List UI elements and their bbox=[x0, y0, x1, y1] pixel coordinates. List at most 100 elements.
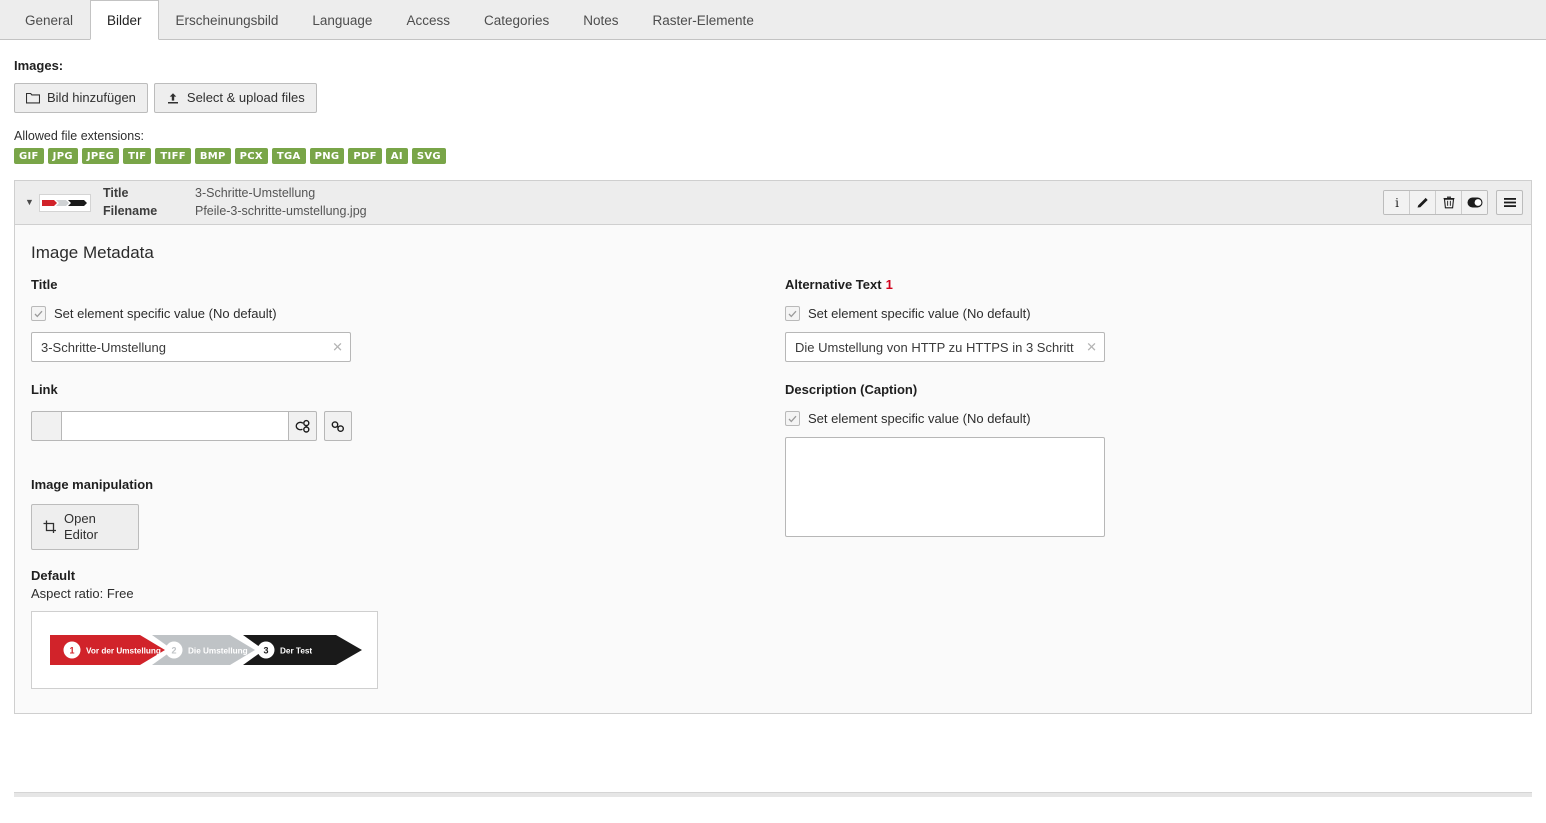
record-action-bar: i bbox=[1383, 190, 1523, 215]
metadata-left-column: Title Set element specific value (No def… bbox=[31, 277, 785, 689]
info-icon[interactable]: i bbox=[1384, 191, 1410, 214]
add-image-label: Bild hinzufügen bbox=[47, 90, 136, 105]
crop-icon bbox=[43, 520, 57, 534]
description-textarea[interactable] bbox=[785, 437, 1105, 537]
folder-icon bbox=[26, 92, 40, 104]
collapse-caret-icon[interactable]: ▼ bbox=[25, 198, 39, 207]
delete-icon[interactable] bbox=[1436, 191, 1462, 214]
tab-language[interactable]: Language bbox=[295, 0, 389, 39]
image-record-body: Image Metadata Title Set element specifi… bbox=[15, 225, 1531, 713]
image-manipulation-group: Image manipulation Open Editor Default A… bbox=[31, 477, 785, 689]
image-action-buttons: Bild hinzufügen Select & upload files bbox=[14, 83, 1532, 113]
images-heading: Images: bbox=[14, 58, 64, 73]
svg-text:Vor der Umstellung: Vor der Umstellung bbox=[86, 646, 161, 655]
alt-text-badge: 1 bbox=[885, 277, 893, 292]
svg-text:2: 2 bbox=[171, 646, 176, 656]
allowed-extensions-label: Allowed file extensions: bbox=[14, 129, 144, 143]
description-field-group: Description (Caption) Set element specif… bbox=[785, 382, 1515, 540]
metadata-right-column: Alternative Text 1 Set element specific v… bbox=[785, 277, 1515, 689]
title-field-label: Title bbox=[31, 277, 58, 292]
title-override-row[interactable]: Set element specific value (No default) bbox=[31, 306, 785, 321]
ext-badge: TIF bbox=[123, 148, 152, 164]
tab-access[interactable]: Access bbox=[389, 0, 467, 39]
toggle-icon[interactable] bbox=[1462, 191, 1487, 214]
record-filename-key: Filename bbox=[103, 204, 158, 218]
svg-text:1: 1 bbox=[69, 646, 74, 656]
image-preview[interactable]: 1 Vor der Umstellung 2 Die Umstellung 3 … bbox=[31, 611, 378, 689]
svg-text:3: 3 bbox=[263, 646, 268, 656]
alt-text-input[interactable] bbox=[785, 332, 1105, 362]
clear-alt-text-icon[interactable]: ✕ bbox=[1086, 341, 1097, 354]
ext-badge: AI bbox=[385, 148, 408, 164]
drag-handle-icon[interactable] bbox=[1496, 190, 1523, 215]
ext-badge: PDF bbox=[348, 148, 382, 164]
tab-notes[interactable]: Notes bbox=[566, 0, 635, 39]
title-input[interactable] bbox=[31, 332, 351, 362]
link-field-label: Link bbox=[31, 382, 58, 397]
description-override-checkbox[interactable] bbox=[785, 411, 800, 426]
edit-icon[interactable] bbox=[1410, 191, 1436, 214]
link-input[interactable] bbox=[61, 411, 289, 441]
upload-icon bbox=[166, 92, 180, 105]
record-title-value: 3-Schritte-Umstellung bbox=[195, 186, 316, 200]
description-field-label: Description (Caption) bbox=[785, 382, 918, 397]
link-prefix-box bbox=[31, 411, 61, 441]
clear-title-icon[interactable]: ✕ bbox=[332, 341, 343, 354]
svg-text:Die Umstellung: Die Umstellung bbox=[188, 646, 248, 655]
ext-badge: JPEG bbox=[81, 148, 120, 164]
title-override-label: Set element specific value (No default) bbox=[54, 306, 277, 321]
alt-text-override-label: Set element specific value (No default) bbox=[808, 306, 1031, 321]
ext-badge: SVG bbox=[411, 148, 446, 164]
ext-badge: BMP bbox=[194, 148, 231, 164]
tab-erscheinungsbild[interactable]: Erscheinungsbild bbox=[159, 0, 296, 39]
tab-bilder[interactable]: Bilder bbox=[90, 0, 159, 40]
image-record: ▼ Title 3-Schritte-Umstellung Filename P… bbox=[14, 180, 1532, 714]
alt-text-field-label: Alternative Text 1 bbox=[785, 277, 1515, 292]
image-metadata-heading: Image Metadata bbox=[31, 243, 154, 262]
svg-text:Der Test: Der Test bbox=[280, 646, 312, 655]
alt-text-override-row[interactable]: Set element specific value (No default) bbox=[785, 306, 1515, 321]
record-metadata: Title 3-Schritte-Umstellung Filename Pfe… bbox=[103, 185, 367, 220]
image-record-header[interactable]: ▼ Title 3-Schritte-Umstellung Filename P… bbox=[15, 181, 1531, 225]
image-manipulation-heading: Image manipulation bbox=[31, 477, 154, 492]
preview-arrows-graphic: 1 Vor der Umstellung 2 Die Umstellung 3 … bbox=[40, 619, 371, 681]
record-icon-group: i bbox=[1383, 190, 1488, 215]
alt-text-field-group: Alternative Text 1 Set element specific v… bbox=[785, 277, 1515, 362]
aspect-ratio-label: Aspect ratio: Free bbox=[31, 586, 134, 601]
tab-general[interactable]: General bbox=[8, 0, 90, 39]
ext-badge: TIFF bbox=[155, 148, 191, 164]
alt-text-override-checkbox[interactable] bbox=[785, 306, 800, 321]
tab-bar: General Bilder Erscheinungsbild Language… bbox=[0, 0, 1546, 40]
open-editor-label: Open Editor bbox=[64, 511, 98, 542]
ext-badge: PCX bbox=[234, 148, 268, 164]
title-field-group: Title Set element specific value (No def… bbox=[31, 277, 785, 362]
link-input-row bbox=[31, 411, 785, 441]
default-crop-label: Default bbox=[31, 568, 76, 583]
link-field-group: Link bbox=[31, 382, 785, 441]
record-title-key: Title bbox=[103, 186, 129, 200]
description-override-row[interactable]: Set element specific value (No default) bbox=[785, 411, 1515, 426]
title-override-checkbox[interactable] bbox=[31, 306, 46, 321]
panel-bottom-divider bbox=[14, 792, 1532, 797]
allowed-extensions-list: GIF JPG JPEG TIF TIFF BMP PCX TGA PNG PD… bbox=[14, 148, 1532, 164]
ext-badge: JPG bbox=[47, 148, 78, 164]
tab-categories[interactable]: Categories bbox=[467, 0, 566, 39]
record-filename-value: Pfeile-3-schritte-umstellung.jpg bbox=[195, 204, 367, 218]
link-browser-icon[interactable] bbox=[289, 411, 317, 441]
description-override-label: Set element specific value (No default) bbox=[808, 411, 1031, 426]
select-upload-button[interactable]: Select & upload files bbox=[153, 83, 317, 113]
chain-link-icon[interactable] bbox=[324, 411, 352, 441]
open-editor-button[interactable]: Open Editor bbox=[31, 504, 139, 550]
svg-text:i: i bbox=[1395, 196, 1399, 209]
alt-text-input-wrap: ✕ bbox=[785, 332, 1105, 362]
add-image-button[interactable]: Bild hinzufügen bbox=[14, 83, 148, 113]
ext-badge: GIF bbox=[14, 148, 44, 164]
tab-raster-elemente[interactable]: Raster-Elemente bbox=[636, 0, 771, 39]
record-thumbnail bbox=[39, 193, 91, 212]
alt-text-label-text: Alternative Text bbox=[785, 277, 882, 292]
images-panel: Images: Bild hinzufügen Select & upload … bbox=[0, 40, 1546, 823]
ext-badge: TGA bbox=[271, 148, 306, 164]
ext-badge: PNG bbox=[309, 148, 345, 164]
select-upload-label: Select & upload files bbox=[186, 90, 305, 105]
metadata-columns: Title Set element specific value (No def… bbox=[31, 277, 1515, 689]
